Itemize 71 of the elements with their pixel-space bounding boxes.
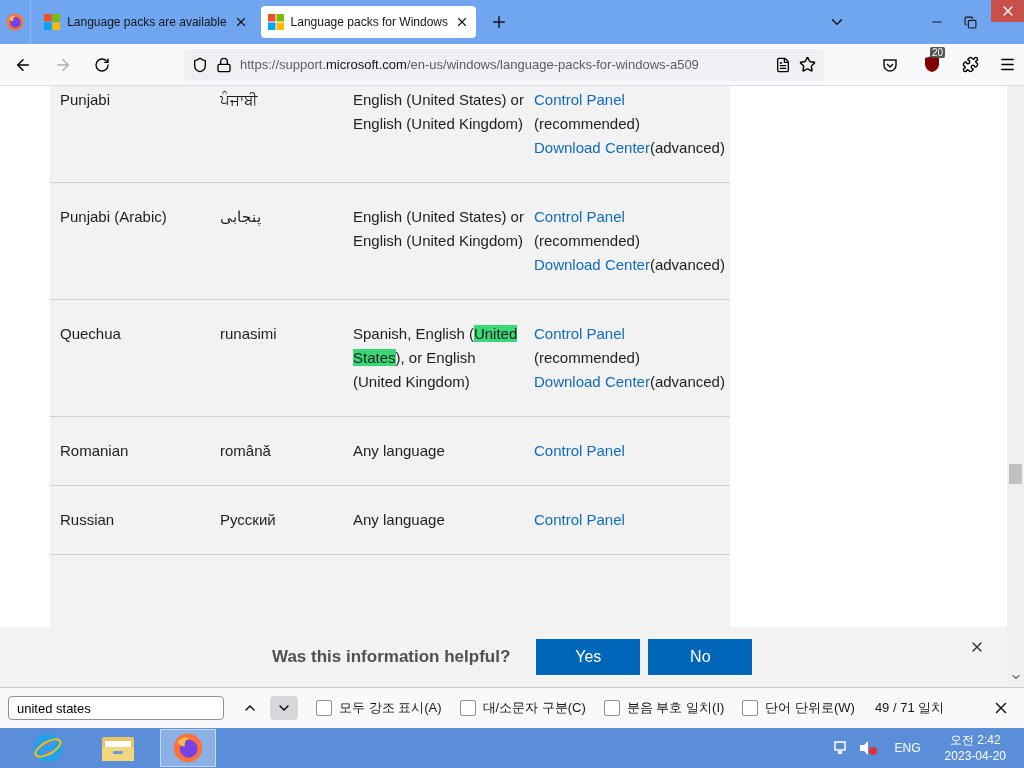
browser-tab[interactable]: Language packs for Windows [260,6,476,38]
note-text: (advanced) [649,372,725,392]
table-cell-text: Russian [60,510,116,530]
table-cell-text: پنجابی [220,207,262,228]
shield-extension-icon[interactable] [924,54,940,73]
close-window-button[interactable] [991,0,1024,22]
tool-link[interactable]: Download Center [534,370,650,394]
taskbar-app[interactable] [160,729,216,767]
next-match-button[interactable] [270,696,298,720]
browser-tab[interactable]: Language packs are available [37,6,255,38]
clock[interactable]: 오전 2:42 2023-04-20 [944,732,1006,764]
pocket-icon[interactable] [882,56,898,73]
tool-link[interactable]: Control Panel [534,88,625,112]
count-badge: 20 [930,46,946,58]
tool-link[interactable]: Download Center [534,253,650,277]
table-cell-text: Romanian [60,441,130,461]
table-cell-text: română [220,441,272,461]
lock-icon[interactable] [216,56,232,73]
note-text: (advanced) [649,138,725,158]
table-cell-text: Any language [353,510,446,530]
feedback-question: Was this information helpful? [272,647,511,667]
feedback-button[interactable]: No [648,639,753,675]
table-cell-text: Punjabi [60,90,112,110]
option-label[interactable]: 대/소문자 구분(C) [482,699,586,717]
scroll-thumb[interactable] [1009,464,1022,484]
tool-link[interactable]: Control Panel [534,508,625,532]
checkbox[interactable] [742,700,759,716]
note-text: (recommended) [534,114,640,134]
tool-link[interactable]: Control Panel [534,439,625,463]
network-icon[interactable] [832,740,849,756]
table-cell-text: runasimi [220,324,278,344]
note-text: (recommended) [534,231,640,251]
star-icon[interactable] [799,56,816,73]
tool-link[interactable]: Control Panel [534,322,625,346]
tool-link[interactable]: Control Panel [534,205,625,229]
browser-e-icon [33,733,63,763]
table-cell-text: English (United States) or English (United Kingdom) [353,90,525,134]
table-cell-text: English (United States) or English (United Kingdom) [353,207,525,251]
checkbox[interactable] [603,700,620,716]
address-bar[interactable]: https://support.microsoft.com/en-us/windows/language-packs-for-windows-a509 [184,48,824,81]
windows-logo-icon [267,14,284,30]
table-cell-text: Punjabi (Arabic) [60,207,168,227]
note-text: (recommended) [534,348,640,368]
new-tab-icon[interactable] [490,13,508,31]
shield-icon[interactable] [192,56,208,73]
windows-logo-icon [44,14,61,30]
restore-icon[interactable] [964,15,977,29]
table-cell-text: Quechua [60,324,122,344]
option-label[interactable]: 모두 강조 표시(A) [339,699,442,717]
option-label[interactable]: 단어 단위로(W) [765,699,855,717]
menu-icon[interactable] [999,56,1016,73]
extensions-icon[interactable] [962,56,979,73]
feedback-button[interactable]: Yes [536,639,641,675]
browser-menu-icon [6,13,25,31]
fox-icon [173,733,203,763]
checkbox[interactable] [316,700,332,716]
reload-icon[interactable] [94,56,110,73]
match-count: 49 / 71 일치 [874,699,946,717]
muted-speaker-icon[interactable] [858,740,877,756]
find-field[interactable]: united states [8,696,224,720]
note-text: (advanced) [649,255,725,275]
language-indicator[interactable]: ENG [894,741,921,755]
tool-link[interactable]: Download Center [534,136,650,160]
scrollbar[interactable] [1007,86,1024,687]
close-icon[interactable] [455,15,469,29]
table-cell-text: Any language [353,441,446,461]
option-label[interactable]: 분음 부호 일치(I) [626,699,725,717]
table-cell-text: ਪੰਜਾਬੀ [220,90,259,110]
reader-view-icon[interactable] [775,56,791,73]
checkbox[interactable] [459,700,476,716]
table-cell-text: Русский [220,510,277,530]
